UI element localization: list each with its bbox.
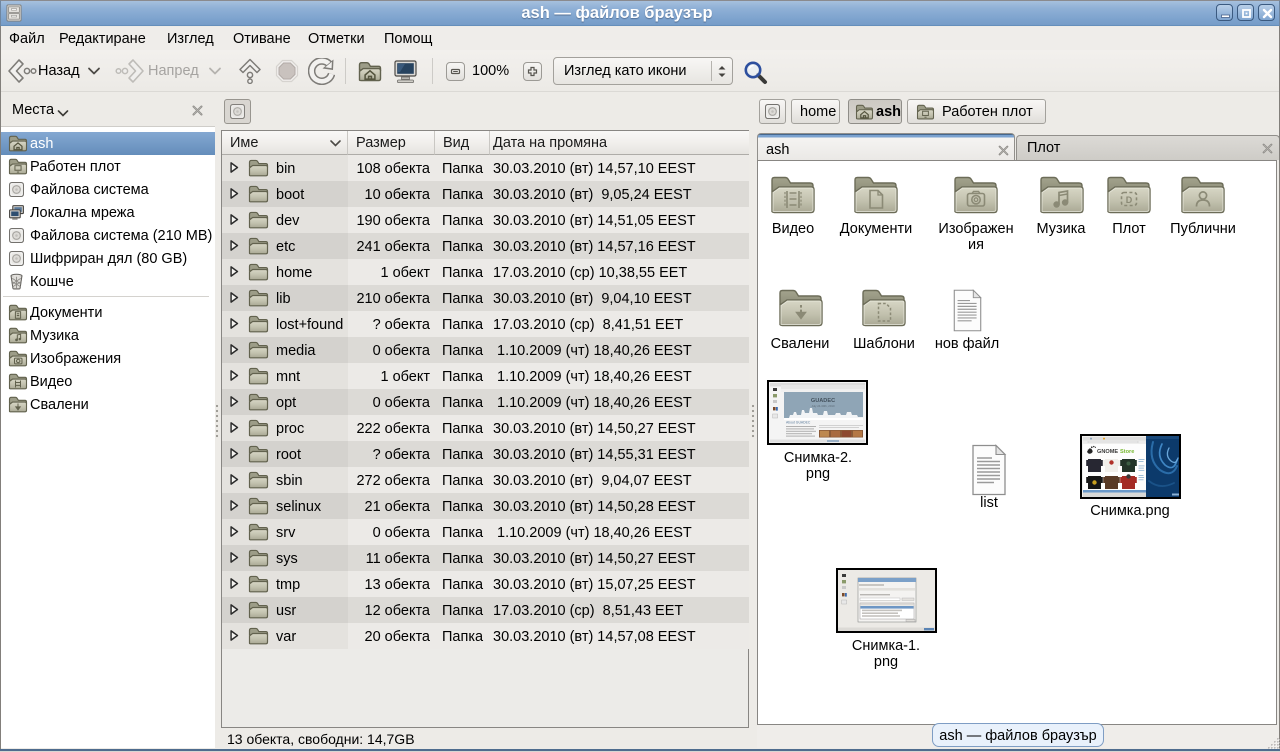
svg-text:GNOME: GNOME [1097,449,1118,455]
svg-text:July 24-30th, 2010: July 24-30th, 2010 [811,404,834,408]
svg-text:Store: Store [1120,449,1134,455]
svg-text:D: D [1126,195,1133,205]
svg-text:About GUADEC: About GUADEC [786,421,811,425]
